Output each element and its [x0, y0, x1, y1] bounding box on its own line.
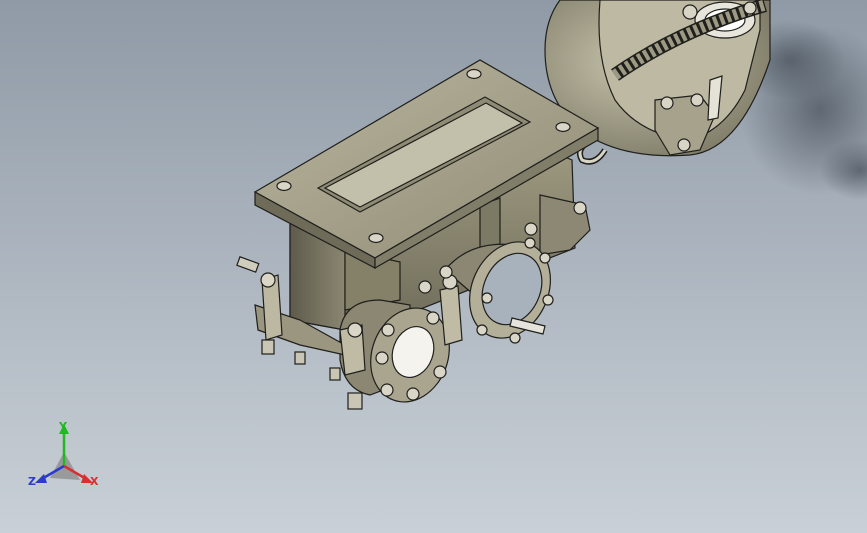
triad-x-label: X — [90, 475, 99, 488]
cad-3d-viewport[interactable]: Y X Z — [0, 0, 867, 533]
triad-z-label: Z — [28, 475, 36, 488]
model-canvas[interactable] — [0, 0, 867, 533]
triad-y-label: Y — [59, 420, 67, 433]
